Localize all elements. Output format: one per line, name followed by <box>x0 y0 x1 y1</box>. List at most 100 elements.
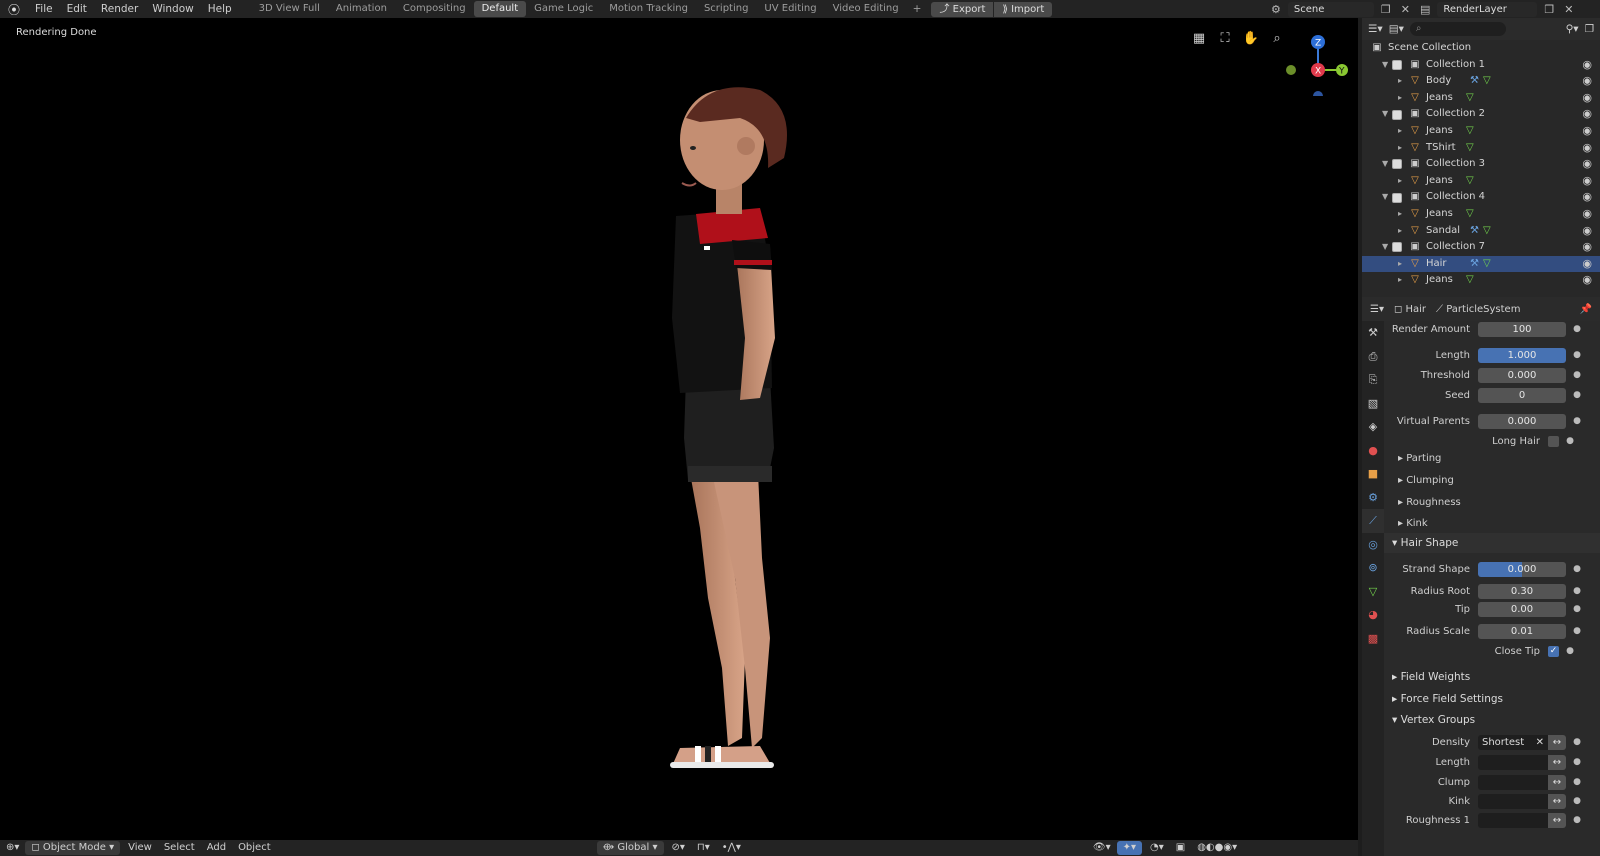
object-breadcrumb[interactable]: ◻ Hair <box>1394 304 1426 315</box>
outliner-collection-row[interactable]: ▼ ▣ Collection 4 ◉ <box>1362 189 1600 206</box>
tab-default[interactable]: Default <box>473 1 527 17</box>
visibility-icon[interactable]: 👁▾ <box>1087 841 1117 855</box>
modifier-icon[interactable]: ⚒ <box>1470 223 1479 240</box>
mesh-data-icon[interactable]: ▽ <box>1466 90 1474 107</box>
seed-field[interactable]: 0 <box>1478 387 1566 403</box>
grid-toggle-icon[interactable]: ▦ <box>1190 30 1208 48</box>
tab-game-logic[interactable]: Game Logic <box>526 1 601 17</box>
expand-arrow-icon[interactable]: ▸ <box>1398 272 1408 289</box>
display-mode-icon[interactable]: ▤▾ <box>1389 23 1404 35</box>
close-tip-checkbox[interactable]: ✓ <box>1548 645 1559 657</box>
keyframe-dot-icon[interactable]: ● <box>1570 626 1584 636</box>
keyframe-dot-icon[interactable]: ● <box>1570 777 1584 787</box>
modifier-tab-icon[interactable]: ⚙ <box>1362 486 1384 510</box>
mesh-data-icon[interactable]: ▽ <box>1466 206 1474 223</box>
tab-3d-view-full[interactable]: 3D View Full <box>251 1 328 17</box>
expand-arrow-icon[interactable]: ▼ <box>1382 156 1392 173</box>
visibility-eye-icon[interactable]: ◉ <box>1582 73 1592 90</box>
vertex-groups-panel-header[interactable]: ▾ Vertex Groups <box>1384 710 1600 730</box>
visibility-eye-icon[interactable]: ◉ <box>1582 173 1592 190</box>
visibility-eye-icon[interactable]: ◉ <box>1582 223 1592 240</box>
tab-compositing[interactable]: Compositing <box>395 1 474 17</box>
exclude-checkbox[interactable] <box>1392 242 1402 253</box>
material-tab-icon[interactable]: ◕ <box>1362 603 1384 627</box>
mesh-data-icon[interactable]: ▽ <box>1466 123 1474 140</box>
keyframe-dot-icon[interactable]: ● <box>1570 604 1584 614</box>
menu-window[interactable]: Window <box>145 3 200 15</box>
navigation-gizmo[interactable]: Z X Y <box>1278 26 1348 96</box>
visibility-eye-icon[interactable]: ◉ <box>1582 256 1592 273</box>
expand-arrow-icon[interactable]: ▸ <box>1398 256 1408 273</box>
expand-arrow-icon[interactable]: ▼ <box>1382 57 1392 74</box>
menu-help[interactable]: Help <box>201 3 239 15</box>
long-hair-checkbox[interactable] <box>1548 435 1559 447</box>
visibility-eye-icon[interactable]: ◉ <box>1582 140 1592 157</box>
render-layer-icon[interactable]: ▤ <box>1417 3 1433 16</box>
exclude-checkbox[interactable] <box>1392 109 1402 120</box>
mode-select[interactable]: ◻ Object Mode ▾ <box>25 841 121 855</box>
outliner-object-row[interactable]: ▸ ▽ Hair ⚒ ▽ ◉ <box>1362 255 1600 273</box>
outliner-search-input[interactable]: ⌕ <box>1409 22 1506 36</box>
visibility-eye-icon[interactable]: ◉ <box>1582 57 1592 74</box>
pan-hand-icon[interactable]: ✋ <box>1242 30 1260 48</box>
visibility-eye-icon[interactable]: ◉ <box>1582 272 1592 289</box>
expand-arrow-icon[interactable]: ▸ <box>1398 173 1408 190</box>
scene-icon[interactable]: ⚙ <box>1268 3 1284 16</box>
snap-icon[interactable]: ⊓▾ <box>691 841 716 855</box>
menu-file[interactable]: File <box>28 3 60 15</box>
outliner-collection-row[interactable]: ▼ ▣ Collection 3 ◉ <box>1362 156 1600 173</box>
constraints-tab-icon[interactable]: ⊚ <box>1362 556 1384 580</box>
scene-name-field[interactable]: Scene <box>1287 1 1374 17</box>
outliner-object-row[interactable]: ▸ ▽ Jeans ▽ ◉ <box>1362 173 1600 190</box>
exclude-checkbox[interactable] <box>1392 159 1402 170</box>
clumping-subpanel[interactable]: ▸ Clumping <box>1398 475 1454 486</box>
shading-modes-icon[interactable]: ◍◐●◉▾ <box>1191 841 1243 855</box>
hair-shape-panel-header[interactable]: ▾ Hair Shape <box>1384 533 1600 553</box>
keyframe-dot-icon[interactable]: ● <box>1570 370 1584 380</box>
kink-subpanel[interactable]: ▸ Kink <box>1398 518 1428 529</box>
camera-view-icon[interactable]: ⛶ <box>1216 30 1234 48</box>
expand-arrow-icon[interactable]: ▼ <box>1382 106 1392 123</box>
vertex-group-field[interactable]: Shortest ✕ <box>1478 734 1548 750</box>
menu-select[interactable]: Select <box>158 841 201 855</box>
pin-icon[interactable]: 📌 <box>1580 304 1592 315</box>
visibility-eye-icon[interactable]: ◉ <box>1582 206 1592 223</box>
tool-tab-icon[interactable]: ⚒ <box>1362 321 1384 345</box>
tab-scripting[interactable]: Scripting <box>696 1 756 17</box>
visibility-eye-icon[interactable]: ◉ <box>1582 123 1592 140</box>
particle-breadcrumb[interactable]: ⟋ ParticleSystem <box>1436 304 1520 315</box>
invert-arrows-icon[interactable]: ↔ <box>1548 734 1566 750</box>
overlay-icon[interactable]: ◔▾ <box>1144 841 1170 855</box>
vertex-group-field[interactable] <box>1478 774 1548 790</box>
outliner-object-row[interactable]: ▸ ▽ Jeans ▽ ◉ <box>1362 90 1600 107</box>
add-workspace-icon[interactable]: + <box>907 3 928 15</box>
parting-subpanel[interactable]: ▸ Parting <box>1398 453 1441 464</box>
blender-logo-icon[interactable]: ⦿ <box>0 1 28 18</box>
menu-add[interactable]: Add <box>201 841 232 855</box>
import-button[interactable]: ⟫ Import <box>994 1 1053 17</box>
expand-arrow-icon[interactable]: ▸ <box>1398 140 1408 157</box>
expand-arrow-icon[interactable]: ▼ <box>1382 239 1392 256</box>
mesh-data-icon[interactable]: ▽ <box>1466 173 1474 190</box>
visibility-eye-icon[interactable]: ◉ <box>1582 239 1592 256</box>
proportional-edit-icon[interactable]: •⋀▾ <box>716 841 747 855</box>
keyframe-dot-icon[interactable]: ● <box>1570 324 1584 334</box>
invert-arrows-icon[interactable]: ↔ <box>1548 774 1566 790</box>
keyframe-dot-icon[interactable]: ● <box>1570 350 1584 360</box>
new-layer-icon[interactable]: ❐ <box>1541 3 1557 16</box>
transform-orientation-select[interactable]: ⟴ Global ▾ <box>596 841 664 855</box>
outliner-editor-icon[interactable]: ☰▾ <box>1368 23 1383 35</box>
visibility-eye-icon[interactable]: ◉ <box>1582 156 1592 173</box>
expand-arrow-icon[interactable]: ▸ <box>1398 206 1408 223</box>
keyframe-dot-icon[interactable]: ● <box>1563 646 1577 656</box>
mesh-data-icon[interactable]: ▽ <box>1466 140 1474 157</box>
gizmo-toggle-icon[interactable]: ✦▾ <box>1116 841 1142 855</box>
expand-arrow-icon[interactable]: ▸ <box>1398 73 1408 90</box>
scene-tab-icon[interactable]: ◈ <box>1362 415 1384 439</box>
invert-arrows-icon[interactable]: ↔ <box>1548 754 1566 770</box>
mesh-data-icon[interactable]: ▽ <box>1466 272 1474 289</box>
xray-icon[interactable]: ▣ <box>1170 841 1191 855</box>
exclude-checkbox[interactable] <box>1392 192 1402 203</box>
outliner-object-row[interactable]: ▸ ▽ Jeans ▽ ◉ <box>1362 123 1600 140</box>
view-layer-tab-icon[interactable]: ▧ <box>1362 392 1384 416</box>
